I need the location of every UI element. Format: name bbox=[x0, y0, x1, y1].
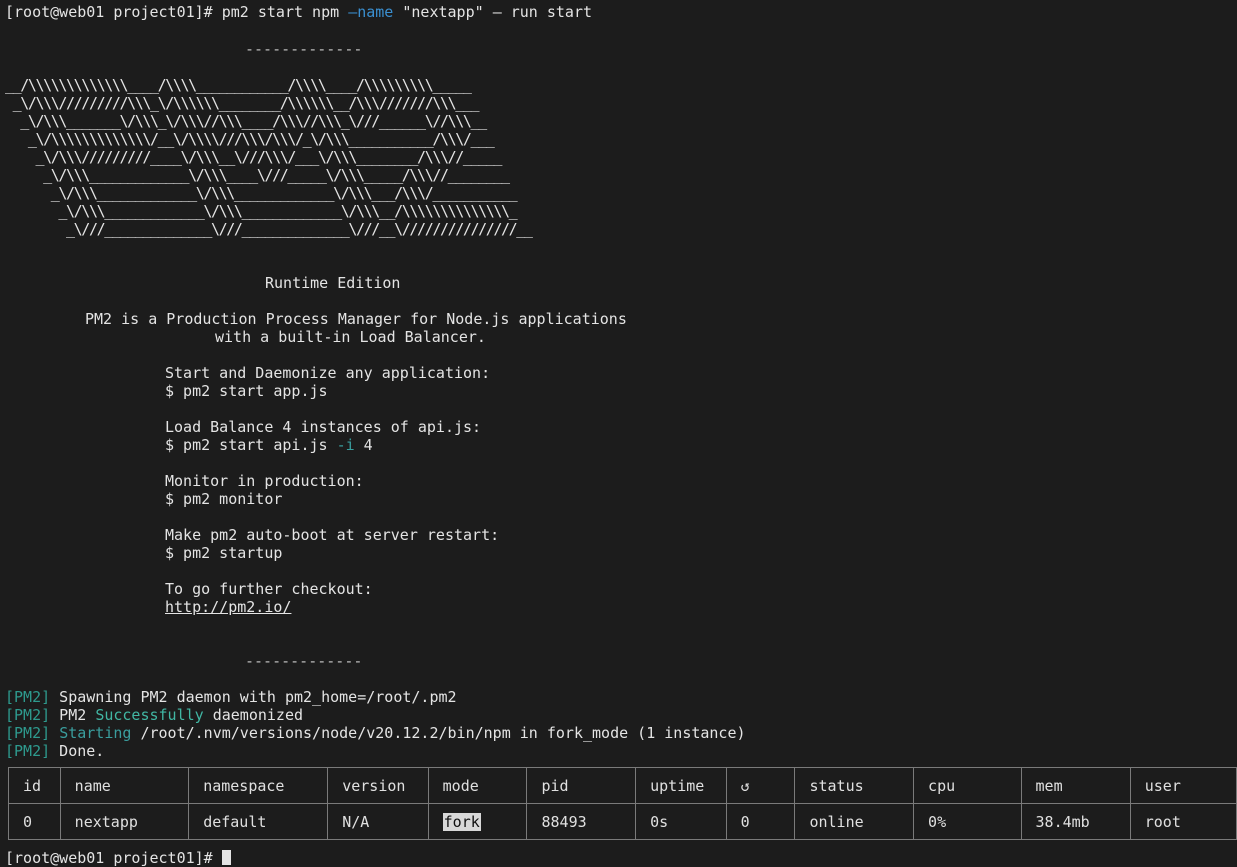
cell-pid: 88493 bbox=[526, 803, 637, 840]
pm2-website-link[interactable]: http://pm2.io/ bbox=[165, 598, 291, 616]
log-text: daemonized bbox=[203, 706, 304, 724]
log-text: Spawning PM2 daemon with pm2_home=/root/… bbox=[50, 688, 457, 706]
ascii-art-line: _\/\\\_____________\/\\\_____________\/\… bbox=[5, 202, 517, 220]
header-user: user bbox=[1129, 767, 1237, 804]
header-mode: mode bbox=[427, 767, 528, 804]
shell-prompt: [root@web01 project01]# bbox=[5, 3, 222, 21]
header-name: name bbox=[59, 767, 190, 804]
intro-line-1: PM2 is a Production Process Manager for … bbox=[85, 310, 627, 328]
tip-command-text: $ pm2 start api.js bbox=[165, 436, 337, 454]
log-line: [PM2] PM2 Successfully daemonized bbox=[5, 706, 303, 724]
command-line: [root@web01 project01]# pm2 start npm —n… bbox=[5, 3, 592, 21]
separator-bottom: ------------- bbox=[245, 652, 363, 670]
process-table: id name namespace version mode pid uptim… bbox=[8, 767, 1237, 840]
ascii-art-line: _\/\\\_______\/\\\_\/\\\//\\\____/\\\//\… bbox=[5, 112, 487, 130]
ascii-art-line: _\///______________\///______________\//… bbox=[5, 220, 533, 238]
tip-command-flag: -i bbox=[336, 436, 355, 454]
log-line: [PM2] Done. bbox=[5, 742, 104, 760]
cell-name: nextapp bbox=[59, 803, 190, 840]
command-arg: "nextapp" bbox=[393, 3, 493, 21]
command-flag: —name bbox=[348, 3, 394, 21]
intro-line-2: with a built-in Load Balancer. bbox=[215, 328, 486, 346]
cell-mode: fork bbox=[427, 803, 528, 840]
log-accent: Successfully bbox=[95, 706, 204, 724]
command-rest: — run start bbox=[492, 3, 593, 21]
pm2-tag: [PM2] bbox=[5, 724, 51, 742]
tip-command-arg: 4 bbox=[354, 436, 373, 454]
command-text: pm2 start npm bbox=[221, 3, 349, 21]
shell-prompt: [root@web01 project01]# bbox=[5, 849, 222, 867]
ascii-art-line: _\/\\\\\\\\\\\\\/__\/\\\\///\\\/\\\/_\/\… bbox=[5, 130, 495, 148]
ascii-art-line: _\/\\\_____________\/\\\_____________\/\… bbox=[5, 184, 518, 202]
pm2-tag: [PM2] bbox=[5, 706, 51, 724]
cell-id: 0 bbox=[8, 803, 61, 840]
tip-command: $ pm2 start app.js bbox=[165, 382, 328, 400]
cell-namespace: default bbox=[188, 803, 329, 840]
header-uptime: uptime bbox=[635, 767, 727, 804]
final-prompt-line[interactable]: [root@web01 project01]# bbox=[5, 849, 231, 867]
log-line: [PM2] Spawning PM2 daemon with pm2_home=… bbox=[5, 688, 457, 706]
log-text: Done. bbox=[50, 742, 105, 760]
cell-user: root bbox=[1129, 803, 1237, 840]
cell-restarts: 0 bbox=[725, 803, 796, 840]
log-text: PM2 bbox=[50, 706, 96, 724]
cell-uptime: 0s bbox=[635, 803, 727, 840]
table-row: 0 nextapp default N/A fork 88493 0s 0 on… bbox=[8, 803, 1237, 840]
tip-title: Monitor in production: bbox=[165, 472, 364, 490]
table-header-row: id name namespace version mode pid uptim… bbox=[8, 767, 1237, 804]
pm2-tag: [PM2] bbox=[5, 688, 51, 706]
header-namespace: namespace bbox=[188, 767, 329, 804]
pm2-tag: [PM2] bbox=[5, 742, 51, 760]
header-id: id bbox=[8, 767, 61, 804]
header-cpu: cpu bbox=[913, 767, 1022, 804]
tip-command: $ pm2 start api.js -i 4 bbox=[165, 436, 373, 454]
tip-title: Make pm2 auto-boot at server restart: bbox=[165, 526, 500, 544]
cell-mem: 38.4mb bbox=[1020, 803, 1131, 840]
mode-highlight: fork bbox=[442, 812, 481, 831]
separator-top: ------------- bbox=[245, 40, 363, 58]
header-pid: pid bbox=[526, 767, 637, 804]
text-cursor bbox=[221, 850, 231, 865]
ascii-art-line: __/\\\\\\\\\\\\\____/\\\\____________/\\… bbox=[5, 76, 472, 94]
tip-title: To go further checkout: bbox=[165, 580, 373, 598]
edition-label: Runtime Edition bbox=[265, 274, 401, 292]
tip-command: $ pm2 startup bbox=[165, 544, 283, 562]
log-line: [PM2] Starting /root/.nvm/versions/node/… bbox=[5, 724, 746, 742]
cell-version: N/A bbox=[327, 803, 429, 840]
ascii-art-line: _\/\\\_____________\/\\\____\///_____\/\… bbox=[5, 166, 510, 184]
tip-title: Start and Daemonize any application: bbox=[165, 364, 491, 382]
ascii-art-line: _\/\\\/////////\\\_\/\\\\\\________/\\\\… bbox=[5, 94, 480, 112]
tip-title: Load Balance 4 instances of api.js: bbox=[165, 418, 482, 436]
log-accent: Starting bbox=[59, 724, 132, 742]
cell-cpu: 0% bbox=[913, 803, 1022, 840]
header-status: status bbox=[794, 767, 915, 804]
header-mem: mem bbox=[1020, 767, 1131, 804]
log-text: /root/.nvm/versions/node/v20.12.2/bin/np… bbox=[131, 724, 746, 742]
cell-status: online bbox=[794, 803, 915, 840]
header-version: version bbox=[327, 767, 429, 804]
ascii-art-line: _\/\\\/////////____\/\\\__\///\\\/___\/\… bbox=[5, 148, 503, 166]
tip-command: $ pm2 monitor bbox=[165, 490, 283, 508]
header-restarts: ↺ bbox=[725, 767, 796, 804]
